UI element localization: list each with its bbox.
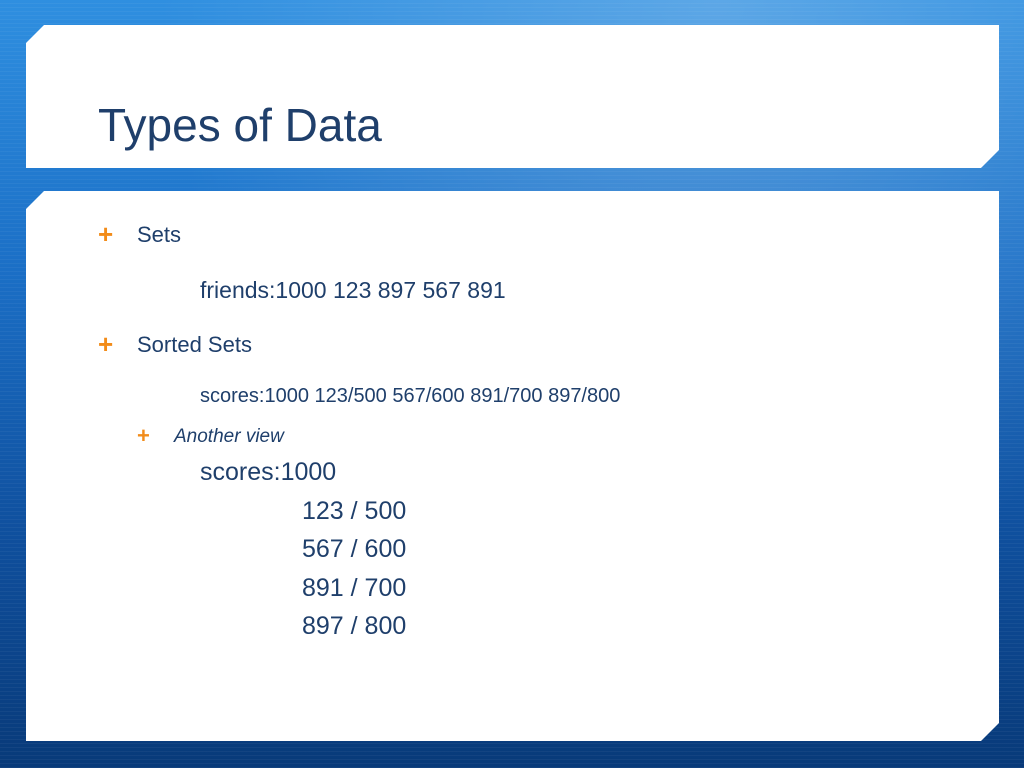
sub-bullet-another-view: Another view (174, 426, 284, 447)
plus-bullet-icon: + (137, 423, 150, 448)
sets-example: friends:1000 123 897 567 891 (200, 277, 506, 303)
bullet-label-sorted-sets: Sorted Sets (137, 332, 252, 357)
score-entry: 567 / 600 (302, 535, 407, 563)
score-entry: 897 / 800 (302, 612, 407, 640)
score-entry: 891 / 700 (302, 574, 407, 602)
score-entry: 123 / 500 (302, 497, 407, 525)
plus-bullet-icon: + (98, 219, 114, 249)
another-view-key: scores:1000 (200, 458, 337, 486)
sorted-sets-example: scores:1000 123/500 567/600 891/700 897/… (200, 385, 621, 407)
plus-bullet-icon: + (98, 329, 114, 359)
content-panel (26, 191, 999, 741)
slide-title: Types of Data (98, 99, 382, 151)
bullet-label-sets: Sets (137, 222, 182, 247)
